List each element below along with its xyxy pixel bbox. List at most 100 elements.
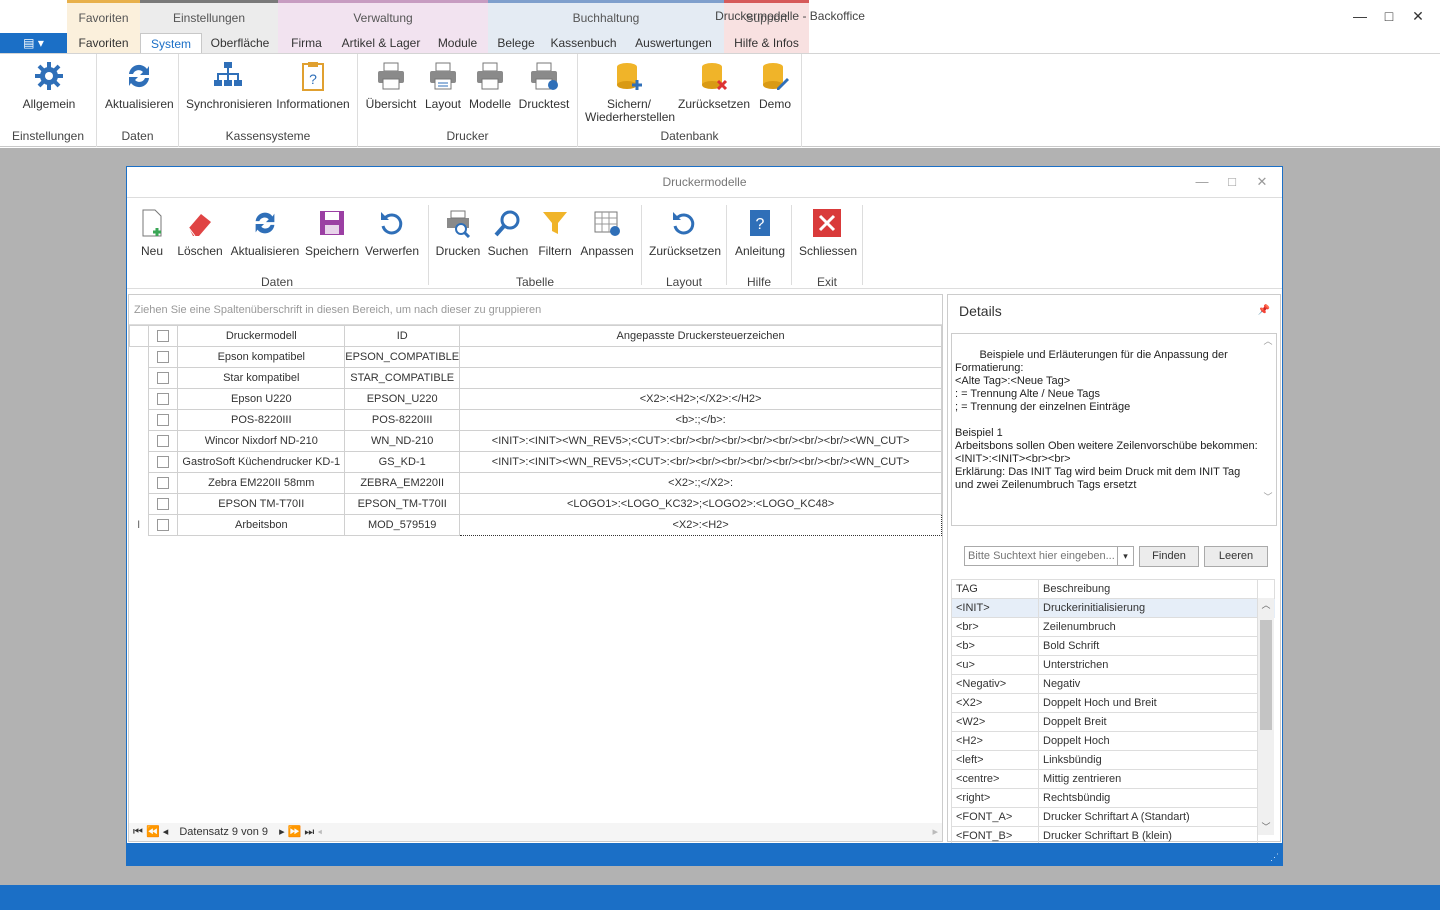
cell-tag[interactable]: <br> xyxy=(951,617,1039,637)
cell-tag[interactable]: <X2> xyxy=(951,693,1039,713)
toolbar-button-2[interactable]: Aktualisieren xyxy=(230,208,300,258)
tag-row[interactable]: <br> Zeilenumbruch xyxy=(951,617,1275,637)
cell-tag[interactable]: <FONT_A> xyxy=(951,807,1039,827)
cell-beschreibung[interactable]: Mittig zentrieren xyxy=(1038,769,1258,789)
pin-icon[interactable]: 📌 xyxy=(1258,305,1270,316)
tag-row[interactable]: <X2> Doppelt Hoch und Breit xyxy=(951,693,1275,713)
cell-steuerzeichen[interactable]: <X2>:<H2> xyxy=(459,514,942,536)
toolbar-button-0[interactable]: Neu xyxy=(136,208,168,258)
cell-beschreibung[interactable]: Doppelt Hoch xyxy=(1038,731,1258,751)
cell-steuerzeichen[interactable] xyxy=(459,367,942,389)
cell-steuerzeichen[interactable]: <INIT>:<INIT><WN_REV5>;<CUT>:<br/><br/><… xyxy=(459,451,942,473)
minimize-button[interactable]: — xyxy=(1348,6,1372,26)
tag-row[interactable]: <FONT_A> Drucker Schriftart A (Standart) xyxy=(951,807,1275,827)
cell-id[interactable]: STAR_COMPATIBLE xyxy=(344,367,461,389)
row-checkbox[interactable] xyxy=(147,472,179,494)
table-row[interactable]: Star kompatibel STAR_COMPATIBLE xyxy=(130,367,942,389)
cell-steuerzeichen[interactable]: <X2>:;</X2>: xyxy=(459,472,942,494)
toolbar-button-7[interactable]: Filtern xyxy=(535,208,575,258)
ribbon-button-4[interactable]: Übersicht xyxy=(364,60,418,111)
cell-tag[interactable]: <INIT> xyxy=(951,598,1039,618)
toolbar-button-6[interactable]: Suchen xyxy=(487,208,529,258)
cell-beschreibung[interactable]: Druckerinitialisierung xyxy=(1038,598,1258,618)
select-all-checkbox[interactable] xyxy=(147,325,179,347)
tag-row[interactable]: <H2> Doppelt Hoch xyxy=(951,731,1275,751)
toolbar-button-4[interactable]: Verwerfen xyxy=(364,208,420,258)
cell-id[interactable]: EPSON_TM-T70II xyxy=(344,493,461,515)
find-button[interactable]: Finden xyxy=(1139,546,1199,567)
tab-1[interactable]: System xyxy=(140,33,202,54)
table-row[interactable]: Epson kompatibel EPSON_COMPATIBLE xyxy=(130,346,942,368)
cell-id[interactable]: EPSON_COMPATIBLE xyxy=(344,346,461,368)
cell-beschreibung[interactable]: Negativ xyxy=(1038,674,1258,694)
tab-3[interactable]: Firma xyxy=(278,33,335,54)
group-by-panel[interactable]: Ziehen Sie eine Spaltenüberschrift in di… xyxy=(129,295,942,325)
cell-druckermodell[interactable]: EPSON TM-T70II xyxy=(177,493,346,515)
tag-row[interactable]: <Negativ> Negativ xyxy=(951,674,1275,694)
ribbon-button-3[interactable]: ? Informationen xyxy=(275,60,351,111)
maximize-button[interactable]: □ xyxy=(1377,6,1401,26)
cell-druckermodell[interactable]: Epson U220 xyxy=(177,388,346,410)
cell-druckermodell[interactable]: Epson kompatibel xyxy=(177,346,346,368)
tag-search-input[interactable] xyxy=(965,547,1115,565)
cell-id[interactable]: MOD_579519 xyxy=(344,514,461,536)
tag-row[interactable]: <left> Linksbündig xyxy=(951,750,1275,770)
column-header-beschreibung[interactable]: Beschreibung xyxy=(1038,579,1258,599)
tab-0[interactable]: Favoriten xyxy=(67,33,140,54)
toolbar-button-9[interactable]: Zurücksetzen xyxy=(649,208,721,258)
row-checkbox[interactable] xyxy=(147,388,179,410)
cell-steuerzeichen[interactable]: <X2>:<H2>;</X2>:</H2> xyxy=(459,388,942,410)
h-scroll-right-icon[interactable]: ▸ xyxy=(932,823,938,841)
column-header-druckermodell[interactable]: Druckermodell xyxy=(177,325,346,347)
cell-tag[interactable]: <b> xyxy=(951,636,1039,656)
tab-8[interactable]: Auswertungen xyxy=(623,33,724,54)
tag-row[interactable]: <right> Rechtsbündig xyxy=(951,788,1275,808)
table-row[interactable]: Epson U220 EPSON_U220 <X2>:<H2>;</X2>:</H2… xyxy=(130,388,942,410)
cell-beschreibung[interactable]: Doppelt Hoch und Breit xyxy=(1038,693,1258,713)
column-header-tag[interactable]: TAG xyxy=(951,579,1039,599)
tag-table-scrollbar[interactable]: ︿ ﹀ xyxy=(1257,598,1274,835)
cell-tag[interactable]: <Negativ> xyxy=(951,674,1039,694)
cell-tag[interactable]: <H2> xyxy=(951,731,1039,751)
cell-druckermodell[interactable]: Zebra EM220II 58mm xyxy=(177,472,346,494)
tag-search-field[interactable]: ▾ xyxy=(964,546,1134,566)
column-header-id[interactable]: ID xyxy=(344,325,461,347)
nav-next-page-icon[interactable]: ⏩ xyxy=(288,826,302,838)
cell-tag[interactable]: <W2> xyxy=(951,712,1039,732)
row-checkbox[interactable] xyxy=(147,493,179,515)
h-scroll-left-icon[interactable]: ◂ xyxy=(317,826,322,838)
tab-6[interactable]: Belege xyxy=(488,33,544,54)
table-row[interactable]: POS-8220III POS-8220III <b>:;</b>: xyxy=(130,409,942,431)
cell-id[interactable]: WN_ND-210 xyxy=(344,430,461,452)
details-scrollbar[interactable]: ︿ ﹀ xyxy=(1261,335,1275,524)
nav-prev-icon[interactable]: ◂ xyxy=(163,826,169,838)
ribbon-button-9[interactable]: Zurücksetzen xyxy=(678,60,750,111)
row-checkbox[interactable] xyxy=(147,514,179,536)
table-row[interactable]: GastroSoft Küchendrucker KD-1 GS_KD-1 <INI… xyxy=(130,451,942,473)
ribbon-button-0[interactable]: Allgemein xyxy=(18,60,80,111)
table-row[interactable]: Wincor Nixdorf ND-210 WN_ND-210 <INIT>:<IN… xyxy=(130,430,942,452)
tag-row[interactable]: <W2> Doppelt Breit xyxy=(951,712,1275,732)
nav-first-icon[interactable]: ⏮ xyxy=(133,826,143,838)
cell-id[interactable]: POS-8220III xyxy=(344,409,461,431)
cell-steuerzeichen[interactable]: <LOGO1>:<LOGO_KC32>;<LOGO2>:<LOGO_KC48> xyxy=(459,493,942,515)
cell-id[interactable]: ZEBRA_EM220II xyxy=(344,472,461,494)
scrollbar-thumb[interactable] xyxy=(1260,620,1272,730)
resize-grip-icon[interactable]: ⋰ xyxy=(1270,852,1279,863)
close-button[interactable]: ✕ xyxy=(1406,6,1430,26)
tag-row[interactable]: <b> Bold Schrift xyxy=(951,636,1275,656)
row-checkbox[interactable] xyxy=(147,346,179,368)
tab-4[interactable]: Artikel & Lager xyxy=(335,33,427,54)
cell-beschreibung[interactable]: Drucker Schriftart A (Standart) xyxy=(1038,807,1258,827)
row-checkbox[interactable] xyxy=(147,367,179,389)
ribbon-button-6[interactable]: Modelle xyxy=(468,60,512,111)
clear-button[interactable]: Leeren xyxy=(1204,546,1268,567)
cell-tag[interactable]: <left> xyxy=(951,750,1039,770)
tag-row[interactable]: <INIT> Druckerinitialisierung xyxy=(951,598,1275,618)
ribbon-button-7[interactable]: Drucktest xyxy=(517,60,571,111)
tab-5[interactable]: Module xyxy=(427,33,488,54)
cell-beschreibung[interactable]: Unterstrichen xyxy=(1038,655,1258,675)
cell-beschreibung[interactable]: Bold Schrift xyxy=(1038,636,1258,656)
toolbar-button-1[interactable]: Löschen xyxy=(177,208,223,258)
cell-beschreibung[interactable]: Rechtsbündig xyxy=(1038,788,1258,808)
